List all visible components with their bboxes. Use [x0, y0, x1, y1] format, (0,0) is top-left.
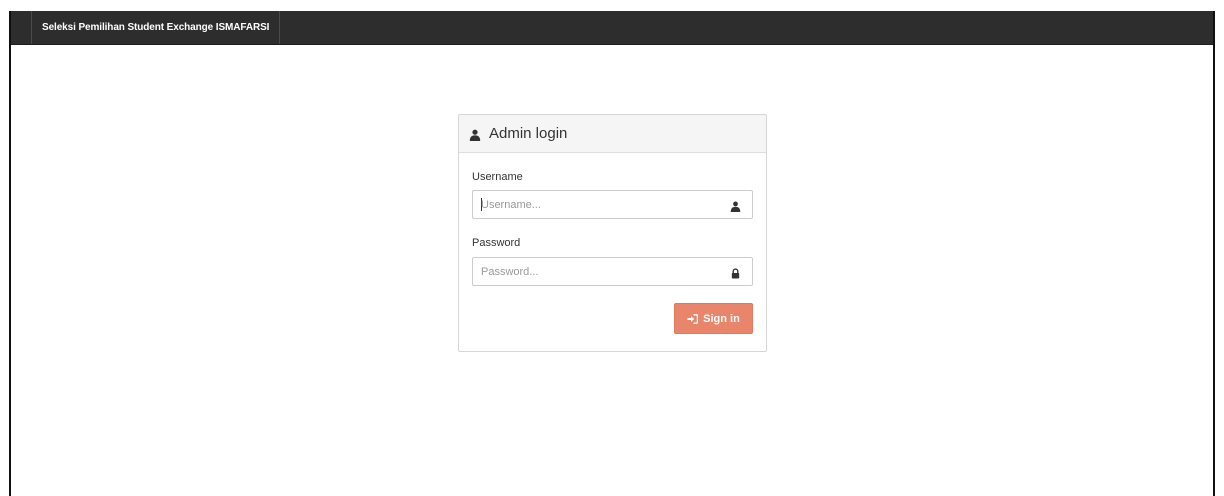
lock-icon: [730, 266, 741, 279]
top-navbar: Seleksi Pemilihan Student Exchange ISMAF…: [11, 11, 1213, 45]
password-label: Password: [472, 237, 521, 249]
navbar-brand[interactable]: Seleksi Pemilihan Student Exchange ISMAF…: [31, 11, 281, 44]
sign-in-icon: [687, 313, 699, 324]
sign-in-button[interactable]: Sign in: [674, 303, 753, 334]
panel-title: Admin login: [489, 125, 568, 142]
user-icon: [469, 128, 481, 141]
browser-frame: Seleksi Pemilihan Student Exchange ISMAF…: [9, 11, 1215, 496]
password-field-wrap[interactable]: [472, 257, 753, 286]
panel-heading: Admin login: [459, 115, 766, 153]
sign-in-label: Sign in: [703, 312, 740, 325]
username-input[interactable]: [473, 191, 723, 218]
user-icon: [730, 199, 741, 212]
password-input[interactable]: [473, 258, 723, 285]
username-field-wrap[interactable]: [472, 190, 753, 219]
admin-login-panel: Admin login Username Password: [458, 114, 767, 352]
username-label: Username: [472, 171, 523, 183]
